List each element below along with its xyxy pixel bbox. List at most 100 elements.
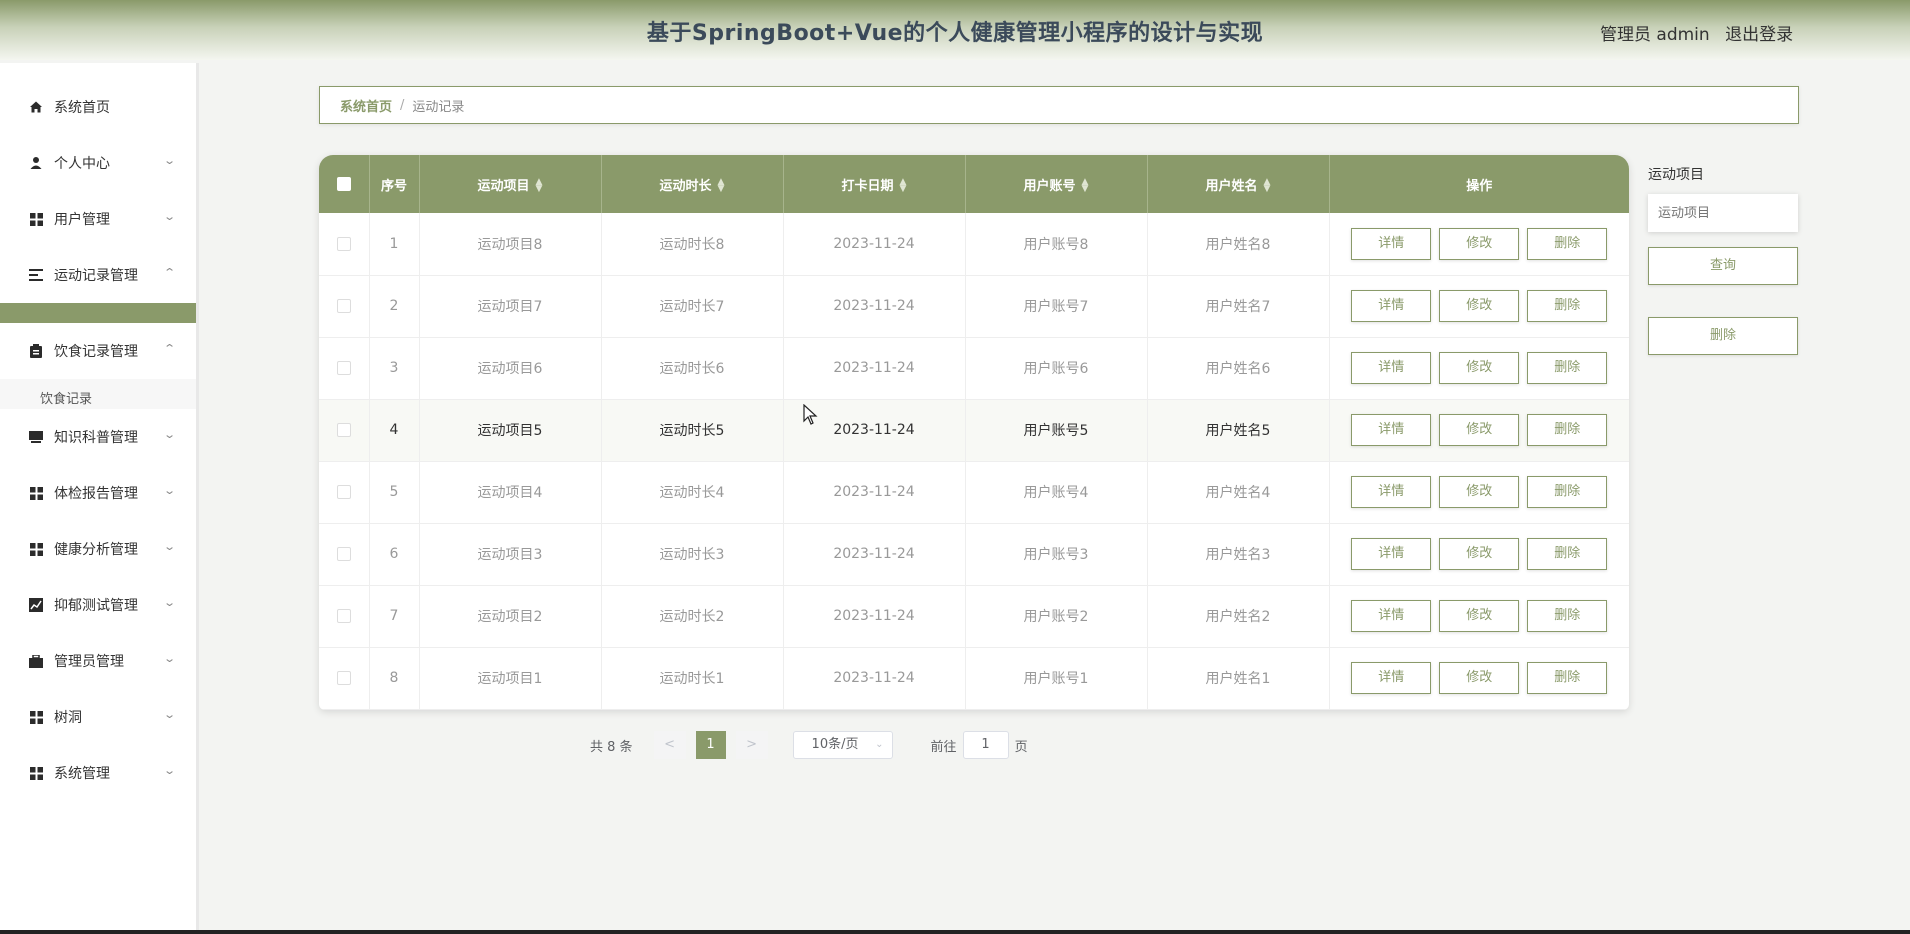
edit-button[interactable]: 修改 [1439,290,1520,322]
cell-item: 运动项目8 [419,213,602,275]
row-checkbox[interactable] [336,423,351,437]
sort-icon[interactable]: ▲ ▼ [1082,178,1089,194]
table-row[interactable]: 2 运动项目7 运动时长7 2023-11-24 用户账号7 用户姓名7 详情 修改 删除 [319,275,1629,337]
detail-button[interactable]: 详情 [1351,476,1432,508]
page-number-current[interactable]: 1 [695,731,726,759]
active-submenu-item[interactable] [0,303,196,323]
cell-item: 运动项目1 [419,647,602,709]
sidebar-item-label: 个人中心 [54,156,110,172]
edit-button[interactable]: 修改 [1439,227,1520,260]
row-checkbox[interactable] [336,299,351,313]
sort-icon[interactable]: ▲ ▼ [718,178,725,194]
chevron-down-icon: ⌄ [162,484,176,497]
sidebar-item-label: 系统管理 [54,766,110,782]
sidebar-item-users[interactable]: 用户管理 ⌄ [0,191,196,247]
table-row[interactable]: 6 运动项目3 运动时长3 2023-11-24 用户账号3 用户姓名3 详情 修改 删除 [319,523,1629,585]
chart-icon [28,597,44,613]
breadcrumb-home[interactable]: 系统首页 [340,96,392,115]
sidebar-item-checkup[interactable]: 体检报告管理 ⌄ [0,465,196,521]
column-header-item[interactable]: 运动项目 ▲ ▼ [419,155,602,213]
sidebar-subitem-diet-record[interactable]: 饮食记录 [0,379,196,409]
query-button[interactable]: 查询 [1648,247,1798,285]
search-panel: 运动项目 查询 删除 [1648,164,1798,355]
row-checkbox[interactable] [336,361,351,375]
logout-link[interactable]: 退出登录 [1725,25,1793,45]
cell-account: 用户账号1 [965,647,1148,709]
goto-page-input[interactable]: 1 [962,731,1009,759]
delete-button[interactable]: 删除 [1527,600,1608,632]
sidebar-item-diet[interactable]: 饮食记录管理 ⌃ [0,323,196,379]
select-all-checkbox[interactable] [336,177,351,191]
detail-button[interactable]: 详情 [1351,352,1432,384]
table-row[interactable]: 3 运动项目6 运动时长6 2023-11-24 用户账号6 用户姓名6 详情 修改 删除 [319,337,1629,399]
edit-button[interactable]: 修改 [1439,476,1520,508]
table-row[interactable]: 4 运动项目5 运动时长5 2023-11-24 用户账号5 用户姓名5 详情 修改 删除 [319,399,1629,461]
row-checkbox[interactable] [336,547,351,561]
row-checkbox[interactable] [336,609,351,623]
cell-name: 用户姓名8 [1147,213,1330,275]
sidebar-item-admins[interactable]: 管理员管理 ⌄ [0,633,196,689]
top-header: 基于SpringBoot+Vue的个人健康管理小程序的设计与实现 管理员 adm… [0,0,1910,60]
breadcrumb: 系统首页 / 运动记录 [319,86,1799,124]
edit-button[interactable]: 修改 [1439,352,1520,384]
sidebar-item-tree-hole[interactable]: 树洞 ⌄ [0,689,196,745]
sidebar-item-depression-test[interactable]: 抑郁测试管理 ⌄ [0,577,196,633]
row-checkbox[interactable] [336,671,351,685]
sort-icon[interactable]: ▲ ▼ [900,178,907,194]
sort-icon[interactable]: ▲ ▼ [1264,178,1271,194]
edit-button[interactable]: 修改 [1439,414,1520,446]
delete-button[interactable]: 删除 [1527,414,1608,446]
search-input[interactable] [1648,194,1798,232]
table-row[interactable]: 5 运动项目4 运动时长4 2023-11-24 用户账号4 用户姓名4 详情 修改 删除 [319,461,1629,523]
detail-button[interactable]: 详情 [1351,227,1432,260]
cell-duration: 运动时长5 [601,399,784,461]
column-header-name[interactable]: 用户姓名 ▲ ▼ [1147,155,1330,213]
cell-actions: 详情 修改 删除 [1329,647,1629,709]
edit-button[interactable]: 修改 [1439,662,1520,694]
table-row[interactable]: 8 运动项目1 运动时长1 2023-11-24 用户账号1 用户姓名1 详情 修改 删除 [319,647,1629,709]
cell-index: 6 [369,523,420,585]
column-header-account[interactable]: 用户账号 ▲ ▼ [965,155,1148,213]
column-header-duration[interactable]: 运动时长 ▲ ▼ [601,155,784,213]
delete-button[interactable]: 删除 [1527,290,1608,322]
delete-button[interactable]: 删除 [1527,476,1608,508]
batch-delete-button[interactable]: 删除 [1648,317,1798,355]
row-checkbox-cell [319,647,370,709]
sidebar-item-exercise[interactable]: 运动记录管理 ⌃ [0,247,196,303]
sidebar-item-personal[interactable]: 个人中心 ⌄ [0,135,196,191]
cell-index: 2 [369,275,420,337]
cell-item: 运动项目7 [419,275,602,337]
edit-button[interactable]: 修改 [1439,538,1520,570]
chevron-down-icon: ⌄ [162,210,176,223]
cell-account: 用户账号3 [965,523,1148,585]
detail-button[interactable]: 详情 [1351,414,1432,446]
table-row[interactable]: 7 运动项目2 运动时长2 2023-11-24 用户账号2 用户姓名2 详情 修改 删除 [319,585,1629,647]
row-checkbox[interactable] [336,485,351,499]
detail-button[interactable]: 详情 [1351,662,1432,694]
row-checkbox[interactable] [336,236,351,251]
column-header-date[interactable]: 打卡日期 ▲ ▼ [783,155,966,213]
sidebar-item-health-analysis[interactable]: 健康分析管理 ⌄ [0,521,196,577]
chevron-down-icon: ⌄ [162,428,176,441]
edit-button[interactable]: 修改 [1439,600,1520,632]
detail-button[interactable]: 详情 [1351,600,1432,632]
cell-account: 用户账号8 [965,213,1148,275]
sort-icon[interactable]: ▲ ▼ [536,178,543,194]
delete-button[interactable]: 删除 [1527,538,1608,570]
sidebar-item-label: 系统首页 [54,100,110,116]
detail-button[interactable]: 详情 [1351,290,1432,322]
table-row[interactable]: 1 运动项目8 运动时长8 2023-11-24 用户账号8 用户姓名8 详情 修改 删除 [319,213,1629,275]
detail-button[interactable]: 详情 [1351,538,1432,570]
next-page-button[interactable]: > [735,731,768,759]
table-body: 1 运动项目8 运动时长8 2023-11-24 用户账号8 用户姓名8 详情 修改 删除 2 运动… [319,213,1629,709]
sidebar-item-system[interactable]: 系统管理 ⌄ [0,745,196,801]
total-count: 共 8 条 [590,739,633,755]
sidebar-item-knowledge[interactable]: 知识科普管理 ⌄ [0,409,196,465]
delete-button[interactable]: 删除 [1527,662,1608,694]
sidebar-item-home[interactable]: 系统首页 [0,79,196,135]
delete-button[interactable]: 删除 [1527,352,1608,384]
prev-page-button[interactable]: < [653,731,686,759]
page-size-select[interactable]: 10条/页 ⌄ [792,731,893,759]
delete-button[interactable]: 删除 [1527,227,1608,260]
cell-index: 4 [369,399,420,461]
